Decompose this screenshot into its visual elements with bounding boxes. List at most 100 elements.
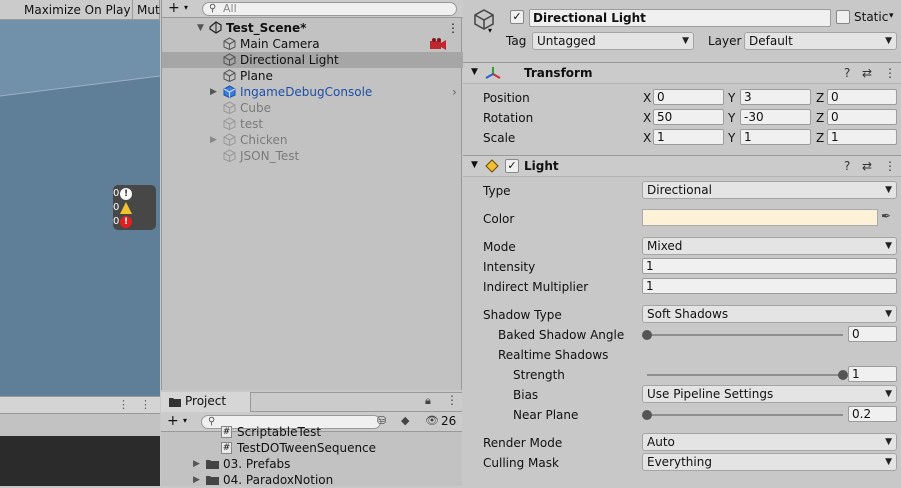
- help-icon[interactable]: ?: [844, 66, 850, 80]
- project-item-scriptabletest[interactable]: # ScriptableTest: [161, 424, 462, 440]
- hierarchy-item-json-test[interactable]: JSON_Test: [162, 148, 463, 164]
- chevron-right-icon[interactable]: ›: [452, 84, 457, 100]
- scale-x-field[interactable]: 1: [653, 129, 724, 145]
- type-dropdown[interactable]: Directional ▼: [642, 181, 897, 199]
- project-item-prefabs[interactable]: ▶ 03. Prefabs: [161, 456, 462, 472]
- lock-icon[interactable]: 🔒︎: [425, 394, 431, 408]
- hierarchy-item-directional-light[interactable]: Directional Light: [162, 52, 463, 68]
- culling-mask-dropdown[interactable]: Everything ▼: [642, 453, 897, 471]
- project-item-label: 03. Prefabs: [223, 457, 291, 471]
- light-icon: [485, 159, 499, 173]
- more-icon[interactable]: ⋮: [447, 20, 459, 36]
- scale-z-field[interactable]: 1: [827, 129, 897, 145]
- more-icon[interactable]: ⋮: [446, 393, 458, 407]
- slider-knob[interactable]: [642, 410, 652, 420]
- chevron-down-icon[interactable]: ▾: [889, 11, 894, 21]
- position-x-field[interactable]: 0: [653, 89, 724, 105]
- presets-icon[interactable]: ⇄: [862, 159, 872, 173]
- panel-menu-icon[interactable]: ⋮: [118, 398, 129, 411]
- hierarchy-item-label: Plane: [240, 69, 273, 83]
- layer-dropdown[interactable]: Default ▼: [744, 32, 897, 50]
- eyedropper-icon[interactable]: ✒: [881, 209, 891, 223]
- type-label: Type: [483, 184, 511, 198]
- shadow-type-dropdown[interactable]: Soft Shadows ▼: [642, 305, 897, 323]
- maximize-on-play-button[interactable]: Maximize On Play: [20, 0, 133, 20]
- help-icon[interactable]: ?: [844, 159, 850, 173]
- intensity-field[interactable]: 1: [642, 258, 897, 274]
- strength-field[interactable]: 1: [848, 366, 897, 382]
- hierarchy-item-main-camera[interactable]: Main Camera: [162, 36, 463, 52]
- tag-dropdown[interactable]: Untagged ▼: [532, 32, 694, 50]
- gameobject-icon: [223, 133, 236, 146]
- indirect-multiplier-label: Indirect Multiplier: [483, 280, 589, 294]
- bias-dropdown[interactable]: Use Pipeline Settings ▼: [642, 385, 897, 403]
- expand-arrow-icon[interactable]: ▼: [471, 160, 478, 170]
- expand-arrow-icon[interactable]: ▶: [193, 456, 200, 472]
- project-item-testdotweensequence[interactable]: # TestDOTweenSequence: [161, 440, 462, 456]
- chevron-down-icon[interactable]: ▾: [488, 26, 492, 35]
- near-plane-field[interactable]: 0.2: [848, 406, 897, 422]
- gameobject-icon: [223, 101, 236, 114]
- add-icon[interactable]: +: [168, 0, 180, 17]
- rotation-x-field[interactable]: 50: [653, 109, 724, 125]
- baked-shadow-angle-field[interactable]: 0: [848, 326, 897, 342]
- chevron-down-icon: ▼: [885, 389, 892, 399]
- script-icon: #: [221, 426, 232, 438]
- hierarchy-item-test[interactable]: test: [162, 116, 463, 132]
- game-view: Maximize On Play Mut ! 0 0 ! 0 ⋮ ⋮: [0, 0, 160, 486]
- position-z-field[interactable]: 0: [827, 89, 897, 105]
- chevron-down-icon: ▼: [885, 36, 892, 46]
- hierarchy-item-cube[interactable]: Cube: [162, 100, 463, 116]
- presets-icon[interactable]: ⇄: [862, 66, 872, 80]
- strength-slider[interactable]: [647, 374, 843, 376]
- expand-arrow-icon[interactable]: ▶: [210, 132, 217, 148]
- warning-icon: [120, 202, 132, 214]
- gameobject-icon: [223, 69, 236, 82]
- expand-arrow-icon[interactable]: ▶: [210, 84, 217, 100]
- position-y-field[interactable]: 3: [740, 89, 811, 105]
- near-plane-label: Near Plane: [513, 408, 579, 422]
- active-checkbox[interactable]: ✓: [510, 10, 524, 24]
- strength-label: Strength: [513, 368, 565, 382]
- expand-arrow-icon[interactable]: ▼: [471, 67, 478, 77]
- light-enabled-checkbox[interactable]: ✓: [505, 159, 519, 173]
- bias-label: Bias: [513, 388, 539, 402]
- axis-z-label: Z: [816, 131, 825, 145]
- slider-knob[interactable]: [642, 330, 652, 340]
- more-icon[interactable]: ⋮: [884, 159, 896, 173]
- rotation-z-field[interactable]: 0: [827, 109, 897, 125]
- expand-arrow-icon[interactable]: ▼: [197, 20, 204, 36]
- scale-y-field[interactable]: 1: [740, 129, 811, 145]
- hierarchy-item-ingame-debug-console[interactable]: ▶ IngameDebugConsole ›: [162, 84, 463, 100]
- light-header[interactable]: ▼ ✓ Light ? ⇄ ⋮: [463, 155, 901, 177]
- bias-value: Use Pipeline Settings: [647, 387, 774, 401]
- rotation-label: Rotation: [483, 111, 534, 125]
- baked-shadow-angle-slider[interactable]: [647, 334, 843, 336]
- scene-row[interactable]: ▼ Test_Scene* ⋮: [162, 20, 463, 36]
- search-placeholder: All: [223, 2, 237, 15]
- transform-header[interactable]: ▼ Transform ? ⇄ ⋮: [463, 62, 901, 84]
- axis-y-label: Y: [728, 91, 736, 105]
- shadow-type-value: Soft Shadows: [647, 307, 729, 321]
- camera-gizmo-icon: [430, 38, 446, 50]
- mode-dropdown[interactable]: Mixed ▼: [642, 237, 897, 255]
- chevron-down-icon[interactable]: ▾: [184, 3, 188, 12]
- indirect-multiplier-field[interactable]: 1: [642, 278, 897, 294]
- debug-console-popup[interactable]: ! 0 0 ! 0: [113, 185, 156, 230]
- color-field[interactable]: [642, 209, 878, 226]
- tab-project[interactable]: Project: [161, 392, 251, 412]
- hierarchy-search-input[interactable]: ⚲ All: [202, 2, 457, 16]
- near-plane-slider[interactable]: [647, 414, 843, 416]
- render-mode-dropdown[interactable]: Auto ▼: [642, 433, 897, 451]
- more-icon[interactable]: ⋮: [884, 66, 896, 80]
- static-checkbox[interactable]: [836, 10, 850, 24]
- slider-knob[interactable]: [838, 370, 848, 380]
- type-value: Directional: [647, 183, 712, 197]
- rotation-y-field[interactable]: -30: [740, 109, 811, 125]
- panel-menu-icon[interactable]: ⋮: [140, 398, 151, 411]
- hierarchy-item-chicken[interactable]: ▶ Chicken: [162, 132, 463, 148]
- mute-audio-button[interactable]: Mut: [133, 0, 160, 20]
- hierarchy-item-plane[interactable]: Plane: [162, 68, 463, 84]
- object-name-field[interactable]: Directional Light: [529, 9, 831, 27]
- tag-value: Untagged: [537, 34, 596, 48]
